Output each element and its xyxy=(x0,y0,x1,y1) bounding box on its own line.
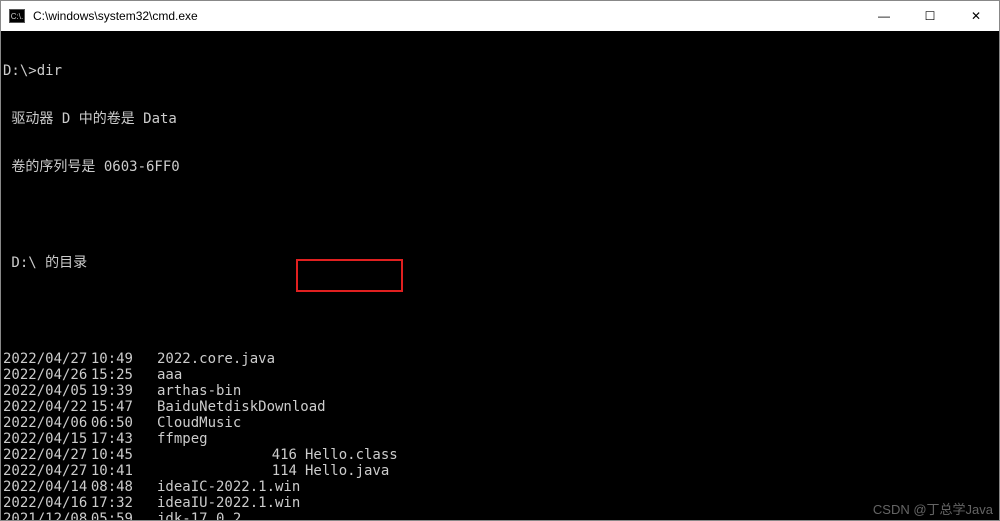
window-controls: — ☐ ✕ xyxy=(861,1,999,31)
volume-line: 驱动器 D 中的卷是 Data xyxy=(3,111,997,127)
col-dir: jdk-17.0.2 xyxy=(157,511,205,520)
serial-line: 卷的序列号是 0603-6FF0 xyxy=(3,159,997,175)
col-size: 114 xyxy=(205,463,297,479)
col-time: 15:25 xyxy=(85,367,133,383)
cmd-window: C:\. C:\windows\system32\cmd.exe — ☐ ✕ D… xyxy=(0,0,1000,521)
col-time: 17:43 xyxy=(85,431,133,447)
window-title: C:\windows\system32\cmd.exe xyxy=(33,9,861,23)
col-date: 2022/04/06 xyxy=(3,415,85,431)
listing-row: 2022/04/2710:45 416 Hello.class xyxy=(3,447,997,463)
col-name: BaiduNetdiskDownload xyxy=(157,399,326,415)
col-time: 05:59 xyxy=(85,511,133,520)
col-date: 2021/12/08 xyxy=(3,511,85,520)
cmd-icon: C:\. xyxy=(9,9,25,23)
listing-row: 2022/04/1617:32 ideaIU-2022.1.win xyxy=(3,495,997,511)
listing-row: 2022/04/2615:25 aaa xyxy=(3,367,997,383)
col-date: 2022/04/05 xyxy=(3,383,85,399)
col-name: Hello.java xyxy=(305,463,997,479)
blank-line xyxy=(3,303,997,319)
listing: 2022/04/2710:492022.core.java2022/04/261… xyxy=(3,351,997,520)
col-name: ffmpeg xyxy=(157,431,208,447)
prompt-path: D:\ xyxy=(3,63,28,79)
col-date: 2022/04/14 xyxy=(3,479,85,495)
col-date: 2022/04/26 xyxy=(3,367,85,383)
col-dir: BaiduNetdiskDownload xyxy=(157,399,205,415)
col-time: 06:50 xyxy=(85,415,133,431)
close-button[interactable]: ✕ xyxy=(953,1,999,31)
col-name: aaa xyxy=(157,367,182,383)
col-date: 2022/04/16 xyxy=(3,495,85,511)
col-date: 2022/04/22 xyxy=(3,399,85,415)
col-time: 10:41 xyxy=(85,463,133,479)
col-date: 2022/04/27 xyxy=(3,447,85,463)
col-time: 15:47 xyxy=(85,399,133,415)
col-dir: 2022.core.java xyxy=(157,351,205,367)
prompt-command: dir xyxy=(37,63,62,79)
blank-line xyxy=(3,207,997,223)
listing-row: 2022/04/1517:43 ffmpeg xyxy=(3,431,997,447)
titlebar[interactable]: C:\. C:\windows\system32\cmd.exe — ☐ ✕ xyxy=(1,1,999,31)
col-name: Hello.class xyxy=(305,447,997,463)
dir-line: D:\ 的目录 xyxy=(3,255,997,271)
col-name: arthas-bin xyxy=(157,383,241,399)
col-date: 2022/04/15 xyxy=(3,431,85,447)
listing-row: 2022/04/2710:49 2022.core.java xyxy=(3,351,997,367)
listing-row: 2021/12/0805:59 jdk-17.0.2 xyxy=(3,511,997,520)
listing-row: 2022/04/0519:39 arthas-bin xyxy=(3,383,997,399)
col-name: ideaIC-2022.1.win xyxy=(157,479,300,495)
col-time: 17:32 xyxy=(85,495,133,511)
listing-row: 2022/04/0606:50 CloudMusic xyxy=(3,415,997,431)
col-dir xyxy=(157,463,205,479)
col-dir xyxy=(157,447,205,463)
terminal-area[interactable]: D:\>dir 驱动器 D 中的卷是 Data 卷的序列号是 0603-6FF0… xyxy=(1,31,999,520)
col-date: 2022/04/27 xyxy=(3,463,85,479)
minimize-button[interactable]: — xyxy=(861,1,907,31)
listing-row: 2022/04/1408:48 ideaIC-2022.1.win xyxy=(3,479,997,495)
prompt-line: D:\>dir xyxy=(3,63,997,79)
col-size: 416 xyxy=(205,447,297,463)
col-name: jdk-17.0.2 xyxy=(157,511,241,520)
col-dir: arthas-bin xyxy=(157,383,205,399)
col-name: 2022.core.java xyxy=(157,351,275,367)
col-time: 10:45 xyxy=(85,447,133,463)
col-time: 19:39 xyxy=(85,383,133,399)
col-dir: CloudMusic xyxy=(157,415,205,431)
maximize-button[interactable]: ☐ xyxy=(907,1,953,31)
col-date: 2022/04/27 xyxy=(3,351,85,367)
col-name: ideaIU-2022.1.win xyxy=(157,495,300,511)
col-dir: ideaIC-2022.1.win xyxy=(157,479,205,495)
col-dir: ideaIU-2022.1.win xyxy=(157,495,205,511)
listing-row: 2022/04/2710:41 114 Hello.java xyxy=(3,463,997,479)
col-name: CloudMusic xyxy=(157,415,241,431)
col-time: 10:49 xyxy=(85,351,133,367)
col-dir: aaa xyxy=(157,367,205,383)
col-dir: ffmpeg xyxy=(157,431,205,447)
col-time: 08:48 xyxy=(85,479,133,495)
watermark: CSDN @丁总学Java xyxy=(873,502,993,518)
listing-row: 2022/04/2215:47 BaiduNetdiskDownload xyxy=(3,399,997,415)
